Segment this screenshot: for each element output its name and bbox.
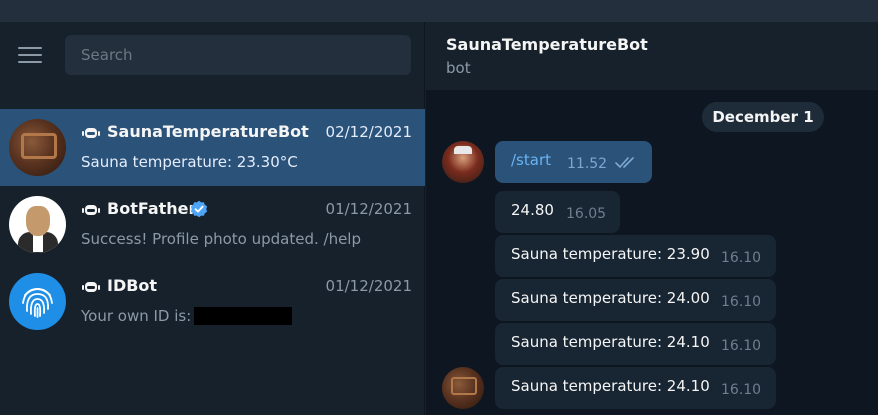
message-time: 16.10: [721, 294, 762, 310]
search-input[interactable]: [65, 35, 411, 75]
chat-item-botfather[interactable]: BotFather 01/12/2021 Success! Profile ph…: [0, 186, 425, 263]
message-text: Sauna temperature: 23.90: [511, 245, 710, 263]
message-text: Sauna temperature: 24.00: [511, 289, 710, 307]
conversation-panel: SaunaTemperatureBot bot December 1 /star…: [426, 22, 878, 415]
chat-preview-text: Your own ID is:: [81, 307, 192, 325]
message-time: 16.10: [721, 382, 762, 398]
message-bubble[interactable]: Sauna temperature: 23.90 16.10: [495, 235, 776, 277]
bot-icon: [82, 282, 100, 292]
window-top-bar: [0, 0, 878, 22]
double-check-icon: [615, 157, 634, 169]
bot-icon: [82, 205, 100, 215]
fingerprint-icon: [22, 288, 53, 318]
chat-item-saunatemperaturebot[interactable]: SaunaTemperatureBot 02/12/2021 Sauna tem…: [0, 109, 425, 186]
message-bubble[interactable]: 24.80 16.05: [495, 191, 620, 233]
message-text: 24.80: [511, 201, 554, 219]
conversation-header[interactable]: SaunaTemperatureBot bot: [426, 22, 878, 90]
message-text: /start: [511, 151, 551, 169]
avatar: [9, 196, 66, 253]
bot-icon: [82, 128, 100, 138]
message-bubble[interactable]: /start 11.52: [495, 141, 652, 183]
redacted-block: [194, 307, 293, 325]
conversation-title: SaunaTemperatureBot: [446, 35, 648, 54]
message-text: Sauna temperature: 24.10: [511, 333, 710, 351]
chat-list: SaunaTemperatureBot 02/12/2021 Sauna tem…: [0, 109, 425, 340]
avatar: [9, 273, 66, 330]
message-text: Sauna temperature: 24.10: [511, 377, 710, 395]
chat-name: BotFather: [107, 199, 197, 218]
date-separator: December 1: [702, 102, 824, 132]
message-bubble[interactable]: Sauna temperature: 24.00 16.10: [495, 279, 776, 321]
chat-item-idbot[interactable]: IDBot 01/12/2021 Your own ID is:: [0, 263, 425, 340]
chat-name: SaunaTemperatureBot: [107, 122, 309, 141]
chat-sidebar: SaunaTemperatureBot 02/12/2021 Sauna tem…: [0, 22, 425, 415]
hamburger-menu-icon[interactable]: [18, 47, 44, 67]
chat-preview: Success! Profile photo updated. /help: [81, 230, 361, 248]
chat-date: 02/12/2021: [325, 123, 412, 141]
chat-name: IDBot: [107, 276, 158, 295]
chat-preview: Sauna temperature: 23.30°C: [81, 153, 298, 171]
verified-badge-icon: [190, 200, 208, 218]
message-bubble[interactable]: Sauna temperature: 24.10 16.10: [495, 323, 776, 365]
message-time: 16.10: [721, 338, 762, 354]
message-time: 11.52: [567, 156, 608, 172]
avatar[interactable]: [442, 141, 484, 183]
avatar: [9, 119, 66, 176]
chat-preview: Your own ID is:: [81, 307, 293, 325]
message-time: 16.10: [721, 250, 762, 266]
conversation-subtitle: bot: [446, 59, 471, 77]
message-bubble[interactable]: Sauna temperature: 24.10 16.10: [495, 367, 776, 409]
message-time: 16.05: [566, 206, 607, 222]
chat-date: 01/12/2021: [325, 200, 412, 218]
avatar[interactable]: [442, 367, 484, 409]
chat-date: 01/12/2021: [325, 277, 412, 295]
